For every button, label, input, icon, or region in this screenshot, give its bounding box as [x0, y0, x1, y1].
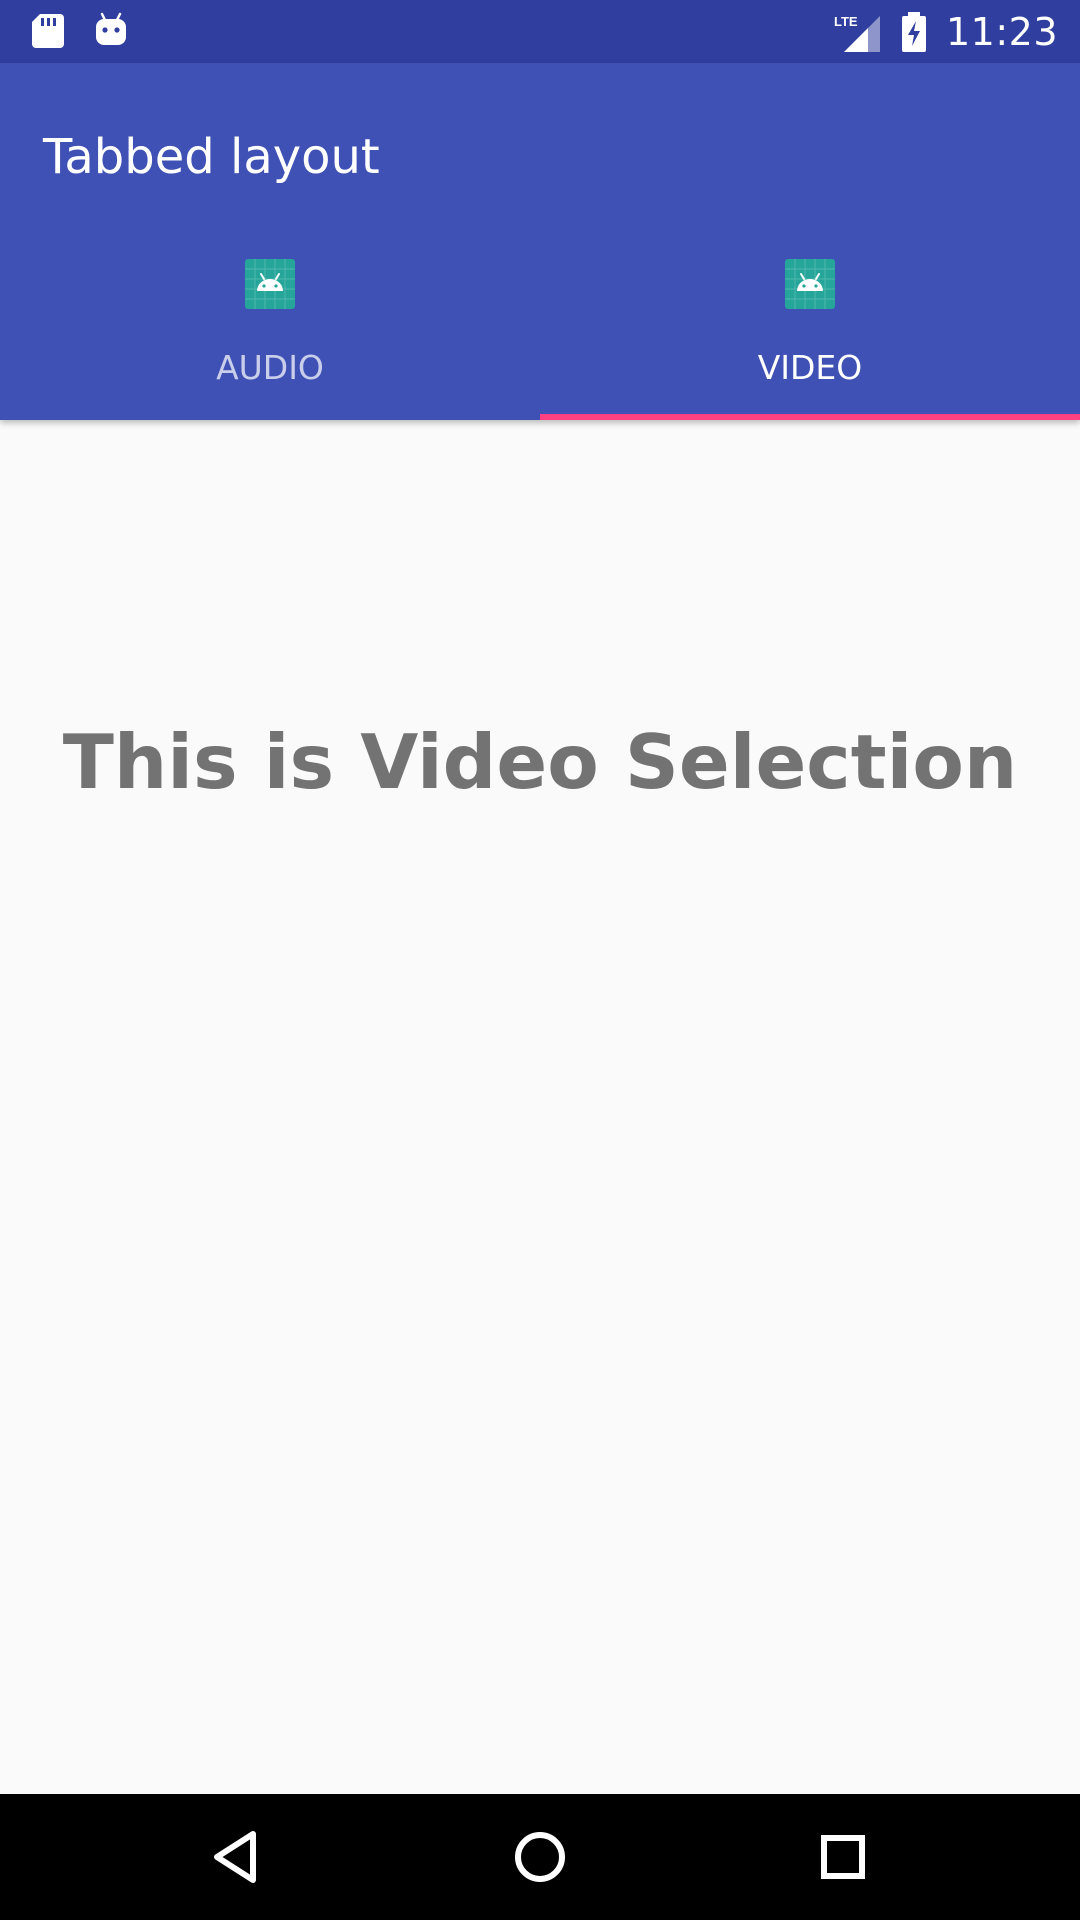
lte-signal-icon: LTE [834, 14, 880, 52]
status-bar: LTE 11:23 [0, 0, 1080, 63]
tab-video-label: VIDEO [757, 348, 863, 387]
content-area: This is Video Selection [0, 420, 1080, 1794]
status-time: 11:23 [945, 9, 1058, 54]
android-notification-icon [91, 10, 131, 50]
home-icon [515, 1832, 565, 1882]
tab-video[interactable]: VIDEO [540, 259, 1080, 420]
app-bar: Tabbed layout AUDIO VIDEO [0, 63, 1080, 420]
battery-charging-icon [901, 11, 926, 52]
recents-icon [821, 1835, 865, 1879]
tab-audio[interactable]: AUDIO [0, 259, 540, 420]
android-icon [785, 259, 835, 309]
back-button[interactable] [200, 1822, 270, 1892]
back-icon [214, 1831, 256, 1883]
recents-button[interactable] [808, 1822, 878, 1892]
navigation-bar [0, 1794, 1080, 1920]
status-icons: LTE 11:23 [834, 0, 1058, 63]
app-title: Tabbed layout [43, 129, 380, 185]
screen: LTE 11:23 Tabbed layout AUDIO VIDEO This… [0, 0, 1080, 1920]
tab-layout: AUDIO VIDEO [0, 259, 1080, 420]
content-text: This is Video Selection [62, 718, 1018, 806]
tab-audio-label: AUDIO [216, 348, 324, 387]
sd-card-icon [28, 10, 68, 50]
android-icon [245, 259, 295, 309]
tab-selected-indicator [540, 414, 1080, 420]
home-button[interactable] [505, 1822, 575, 1892]
network-type: LTE [834, 14, 858, 29]
